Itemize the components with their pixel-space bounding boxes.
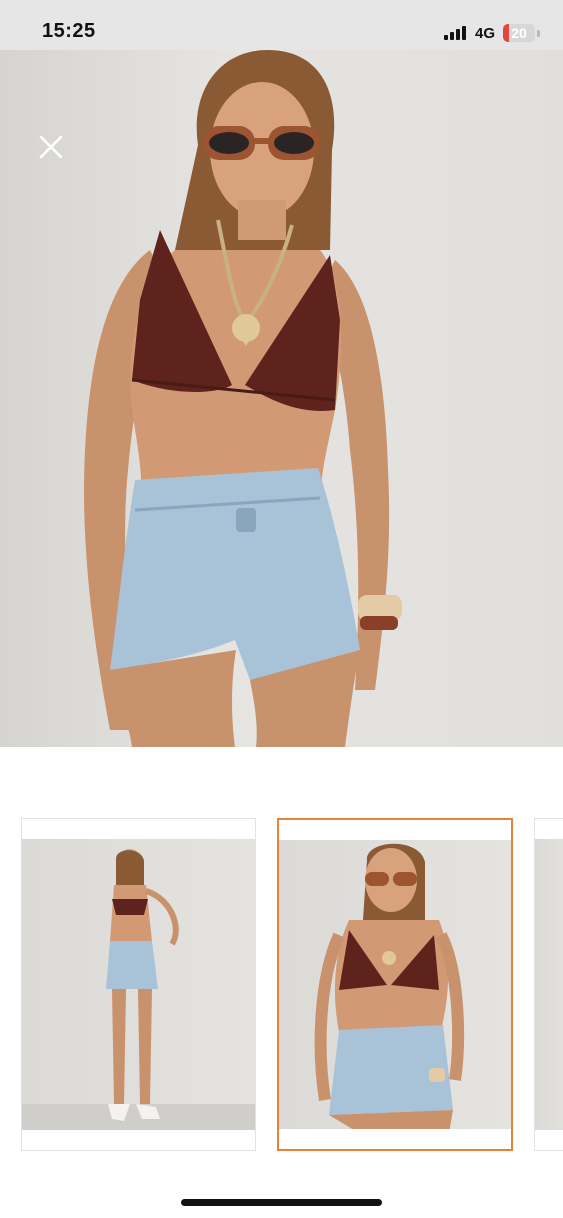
thumbnail-image — [279, 840, 511, 1129]
model-illustration — [84, 50, 402, 747]
signal-icon — [444, 26, 470, 40]
thumbnail-image — [22, 839, 255, 1130]
thumbnail-partial[interactable] — [534, 818, 563, 1151]
status-bar: 15:25 4G 20 — [0, 0, 563, 50]
thumbnail-full-body[interactable] — [21, 818, 256, 1151]
product-photo[interactable] — [0, 50, 563, 747]
home-indicator — [181, 1199, 382, 1206]
battery-level: 20 — [511, 25, 527, 41]
thumbnail-image — [535, 839, 563, 1130]
status-time: 15:25 — [42, 20, 96, 42]
battery-icon: 20 — [503, 24, 535, 42]
battery-tip — [537, 30, 540, 37]
network-type: 4G — [475, 25, 496, 42]
thumbnail-close-up[interactable] — [277, 818, 513, 1151]
close-icon[interactable] — [36, 132, 66, 162]
